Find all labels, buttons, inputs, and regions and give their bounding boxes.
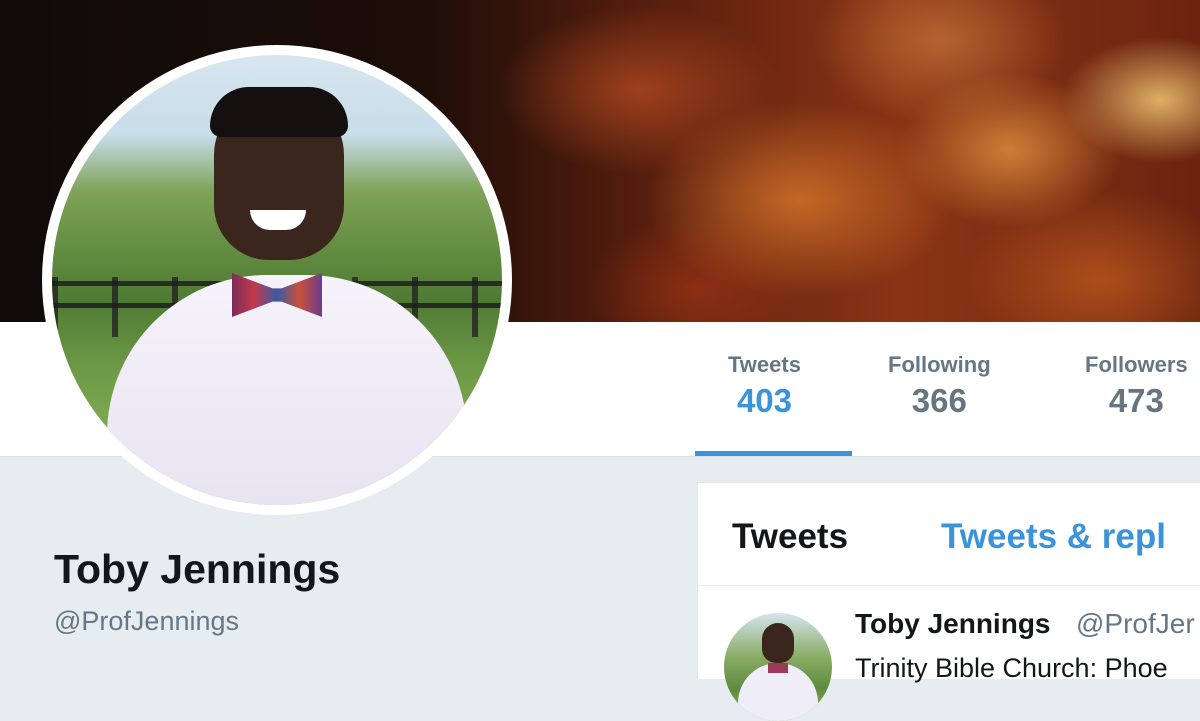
tweet-author-name[interactable]: Toby Jennings bbox=[855, 607, 1051, 641]
tweet-author-avatar[interactable] bbox=[724, 613, 832, 721]
stat-tweets-value: 403 bbox=[736, 382, 792, 419]
tab-tweets-and-replies[interactable]: Tweets & repl bbox=[941, 515, 1166, 559]
stat-following-label: Following bbox=[888, 352, 991, 377]
stat-followers[interactable]: Followers 473 bbox=[1085, 352, 1188, 422]
stat-followers-label: Followers bbox=[1085, 352, 1188, 377]
tweet-avatar-bowtie bbox=[768, 663, 788, 673]
profile-handle[interactable]: @ProfJennings bbox=[54, 604, 239, 638]
active-tab-indicator bbox=[695, 451, 852, 456]
tweet-text: Trinity Bible Church: Phoe bbox=[855, 653, 1168, 683]
profile-name[interactable]: Toby Jennings bbox=[54, 544, 340, 594]
tab-tweets[interactable]: Tweets bbox=[732, 515, 848, 559]
timeline-tabs: Tweets Tweets & repl bbox=[698, 483, 1200, 586]
stat-tweets[interactable]: Tweets 403 bbox=[728, 352, 801, 422]
stat-following[interactable]: Following 366 bbox=[888, 352, 991, 422]
tweet-avatar-head bbox=[762, 623, 794, 663]
tweet-author-handle[interactable]: @ProfJer bbox=[1076, 607, 1195, 641]
timeline: Tweets Tweets & repl Toby Jennings @Prof… bbox=[697, 482, 1200, 721]
hair bbox=[210, 87, 348, 137]
stat-followers-value: 473 bbox=[1108, 382, 1164, 419]
avatar-photo bbox=[52, 55, 502, 505]
stat-tweets-label: Tweets bbox=[728, 352, 801, 377]
stat-following-value: 366 bbox=[911, 382, 967, 419]
profile-avatar[interactable] bbox=[42, 45, 512, 515]
